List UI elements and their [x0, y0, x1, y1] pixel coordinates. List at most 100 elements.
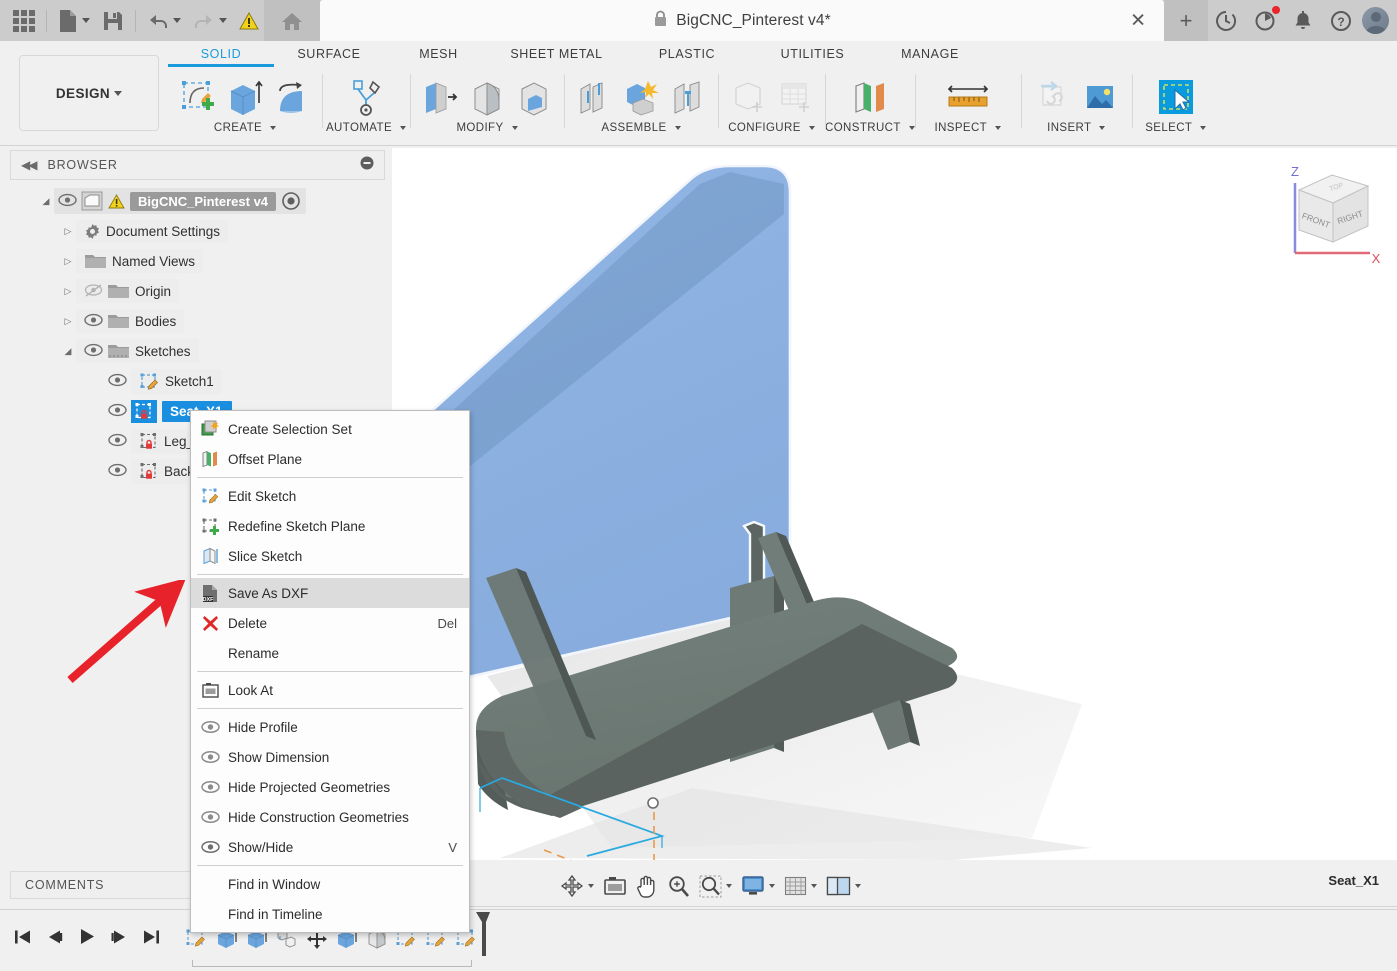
tree-row-document-settings[interactable]: ▷ Document Settings: [10, 216, 390, 246]
create-sketch-icon[interactable]: [176, 74, 220, 120]
menu-item-look-at[interactable]: Look At: [191, 675, 469, 705]
fillet-icon[interactable]: [465, 74, 509, 120]
inspect-panel-label[interactable]: INSPECT: [934, 122, 1002, 134]
create-panel-label[interactable]: CREATE: [214, 122, 277, 134]
menu-item-rename[interactable]: Rename: [191, 638, 469, 668]
chevron-down-icon[interactable]: [769, 884, 775, 888]
revolve-icon[interactable]: [270, 74, 314, 120]
new-document-button[interactable]: [53, 4, 95, 38]
timeline-playback-controls[interactable]: [14, 928, 160, 950]
visibility-eye-icon[interactable]: [84, 313, 103, 330]
configure-panel-label[interactable]: CONFIGURE: [728, 122, 815, 134]
tab-utilities[interactable]: UTILITIES: [754, 44, 871, 67]
notification-dot-icon[interactable]: [1247, 4, 1283, 38]
assemble-panel-label[interactable]: ASSEMBLE: [601, 122, 681, 134]
tree-row-sketch1[interactable]: Sketch1: [10, 366, 390, 396]
automate-panel-label[interactable]: AUTOMATE: [326, 122, 407, 134]
visibility-eye-icon[interactable]: [108, 373, 127, 390]
collapse-arrow-icon[interactable]: ◢: [60, 346, 76, 357]
new-tab-button[interactable]: +: [1164, 0, 1208, 41]
visibility-eye-icon[interactable]: [108, 403, 127, 420]
help-icon[interactable]: ?: [1323, 4, 1359, 38]
tree-row-origin[interactable]: ▷ Origin: [10, 276, 390, 306]
tab-solid[interactable]: SOLID: [168, 44, 274, 67]
grid-snaps-icon[interactable]: [780, 871, 821, 901]
warning-icon[interactable]: [234, 4, 264, 38]
menu-item-create-selection-set[interactable]: Create Selection Set: [191, 414, 469, 444]
tab-surface[interactable]: SURFACE: [274, 44, 384, 67]
as-built-joint-icon[interactable]: [666, 74, 710, 120]
construct-panel-label[interactable]: CONSTRUCT: [825, 122, 915, 134]
automated-modeling-icon[interactable]: [344, 74, 388, 120]
tab-manage[interactable]: MANAGE: [871, 44, 989, 67]
pan-hand-icon[interactable]: [632, 871, 662, 901]
chevron-down-icon[interactable]: [588, 884, 594, 888]
zoom-icon[interactable]: [663, 871, 694, 901]
menu-item-delete[interactable]: Delete Del: [191, 608, 469, 638]
menu-item-slice-sketch[interactable]: Slice Sketch: [191, 541, 469, 571]
viewports-icon[interactable]: [822, 871, 865, 901]
chevron-down-icon[interactable]: [855, 884, 861, 888]
menu-item-offset-plane[interactable]: Offset Plane: [191, 444, 469, 474]
extrude-icon[interactable]: [223, 74, 267, 120]
modify-panel-label[interactable]: MODIFY: [456, 122, 518, 134]
tab-mesh[interactable]: MESH: [384, 44, 493, 67]
select-window-icon[interactable]: [1154, 74, 1198, 120]
press-pull-icon[interactable]: [418, 74, 462, 120]
canvas-image-icon[interactable]: [1078, 74, 1122, 120]
navigation-bar[interactable]: [556, 869, 865, 903]
expand-arrow-icon[interactable]: ▷: [60, 316, 76, 327]
configuration-icon[interactable]: [726, 74, 770, 120]
menu-item-find-in-timeline[interactable]: Find in Timeline: [191, 899, 469, 929]
look-at-icon[interactable]: [599, 871, 631, 901]
minimize-icon[interactable]: [360, 156, 374, 175]
job-status-icon[interactable]: [1208, 4, 1244, 38]
model-3d-view[interactable]: [392, 148, 1397, 860]
step-forward-icon[interactable]: [110, 929, 128, 950]
tree-row-bodies[interactable]: ▷ Bodies: [10, 306, 390, 336]
expand-arrow-icon[interactable]: ▷: [60, 226, 76, 237]
insert-derive-icon[interactable]: [1031, 74, 1075, 120]
app-grid-icon[interactable]: [8, 4, 40, 38]
joint-icon[interactable]: [619, 74, 663, 120]
measure-icon[interactable]: [941, 74, 995, 120]
menu-item-hide-profile[interactable]: Hide Profile: [191, 712, 469, 742]
zoom-window-icon[interactable]: [695, 871, 736, 901]
menu-item-redefine-sketch-plane[interactable]: Redefine Sketch Plane: [191, 511, 469, 541]
undo-button[interactable]: [142, 4, 186, 38]
menu-item-save-as-dxf[interactable]: DXF Save As DXF: [191, 578, 469, 608]
menu-item-hide-projected-geometries[interactable]: Hide Projected Geometries: [191, 772, 469, 802]
visibility-eye-icon[interactable]: [84, 343, 103, 360]
configuration-table-icon[interactable]: [773, 74, 817, 120]
select-panel-label[interactable]: SELECT: [1145, 122, 1207, 134]
visibility-eye-icon[interactable]: [108, 433, 127, 450]
step-back-icon[interactable]: [46, 929, 64, 950]
insert-panel-label[interactable]: INSERT: [1047, 122, 1106, 134]
context-menu[interactable]: Create Selection Set Offset Plane Edit S…: [190, 410, 470, 933]
menu-item-find-in-window[interactable]: Find in Window: [191, 869, 469, 899]
document-tab[interactable]: BigCNC_Pinterest v4* ✕: [320, 0, 1164, 41]
tree-row-named-views[interactable]: ▷ Named Views: [10, 246, 390, 276]
visibility-eye-icon[interactable]: [58, 193, 77, 210]
close-tab-button[interactable]: ✕: [1130, 11, 1146, 30]
menu-item-edit-sketch[interactable]: Edit Sketch: [191, 481, 469, 511]
view-cube[interactable]: Z X FRONT RIGHT TOP: [1275, 158, 1385, 268]
expand-arrow-icon[interactable]: ▷: [60, 256, 76, 267]
tab-plastic[interactable]: PLASTIC: [620, 44, 754, 67]
menu-item-show-dimension[interactable]: Show Dimension: [191, 742, 469, 772]
menu-item-hide-construction-geometries[interactable]: Hide Construction Geometries: [191, 802, 469, 832]
expand-arrow-icon[interactable]: ◢: [38, 196, 54, 207]
shell-icon[interactable]: [512, 74, 556, 120]
chevron-down-icon[interactable]: [726, 884, 732, 888]
workspace-selector[interactable]: DESIGN: [19, 55, 159, 131]
viewport-canvas[interactable]: Z X FRONT RIGHT TOP: [392, 148, 1397, 860]
account-avatar[interactable]: [1362, 7, 1389, 34]
display-settings-icon[interactable]: [737, 871, 779, 901]
new-component-icon[interactable]: [572, 74, 616, 120]
offset-plane-icon[interactable]: [848, 74, 892, 120]
menu-item-show-hide[interactable]: Show/Hide V: [191, 832, 469, 862]
tree-row-sketches[interactable]: ◢ Sketches: [10, 336, 390, 366]
timeline-marker[interactable]: [474, 912, 490, 963]
visibility-eye-off-icon[interactable]: [84, 283, 103, 300]
home-tab[interactable]: [264, 0, 320, 41]
